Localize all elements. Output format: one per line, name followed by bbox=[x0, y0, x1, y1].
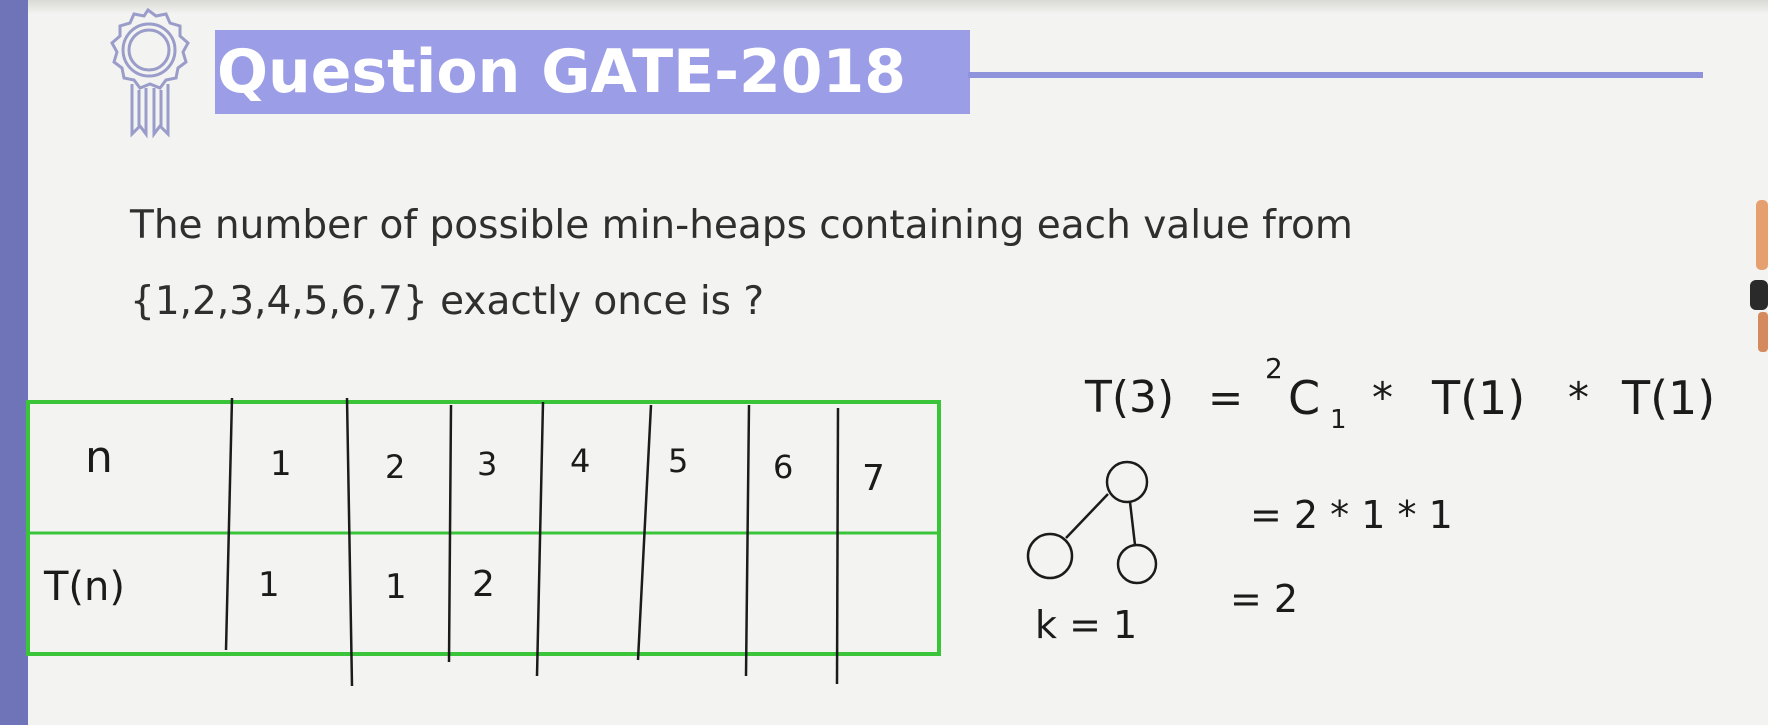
table-cell-tn: 1 bbox=[385, 567, 407, 607]
table-cell-tn: 1 bbox=[258, 565, 280, 605]
combination-subscript: 1 bbox=[1330, 405, 1347, 435]
table-cell-n: 7 bbox=[862, 458, 885, 499]
handwritten-board: n T(n) 1 2 3 4 5 6 7 1 1 2 T(3) = 2 C 1 … bbox=[26, 352, 1715, 687]
recurrence-term-t1: T(1) bbox=[1621, 371, 1715, 425]
tree-edge bbox=[1128, 501, 1137, 546]
table-cell-n: 1 bbox=[270, 444, 292, 484]
pen-holder-decoration bbox=[1750, 200, 1768, 352]
tree-edge bbox=[1065, 493, 1109, 539]
table-row-header-n: n bbox=[85, 432, 113, 483]
table-cell-n: 3 bbox=[477, 445, 497, 483]
multiply-sign: * bbox=[1372, 373, 1393, 422]
recurrence-equals: = bbox=[1208, 373, 1243, 422]
combination-superscript: 2 bbox=[1265, 352, 1283, 385]
multiply-sign: * bbox=[1568, 373, 1589, 422]
tree-node-left bbox=[1026, 532, 1074, 580]
combination-symbol: C bbox=[1288, 371, 1320, 425]
recurrence-term-t1: T(1) bbox=[1431, 371, 1525, 425]
tree-node-right bbox=[1116, 543, 1158, 585]
table-cell-n: 4 bbox=[570, 442, 590, 480]
tree-node-root bbox=[1105, 460, 1149, 504]
subtree-k-label: k = 1 bbox=[1035, 603, 1137, 647]
heap-tree-diagram bbox=[1026, 460, 1158, 585]
recurrence-lhs: T(3) bbox=[1084, 372, 1174, 423]
table-cell-n: 5 bbox=[668, 442, 688, 480]
table-row-header-tn: T(n) bbox=[43, 564, 125, 610]
table-cell-n: 6 bbox=[773, 448, 793, 486]
table-border bbox=[26, 400, 941, 656]
table-cell-n: 2 bbox=[385, 448, 405, 486]
table-cell-tn: 2 bbox=[472, 564, 495, 605]
recurrence-step-2: = 2 * 1 * 1 bbox=[1250, 493, 1453, 537]
table-column-lines bbox=[224, 397, 840, 687]
recurrence-result: = 2 bbox=[1230, 577, 1298, 621]
